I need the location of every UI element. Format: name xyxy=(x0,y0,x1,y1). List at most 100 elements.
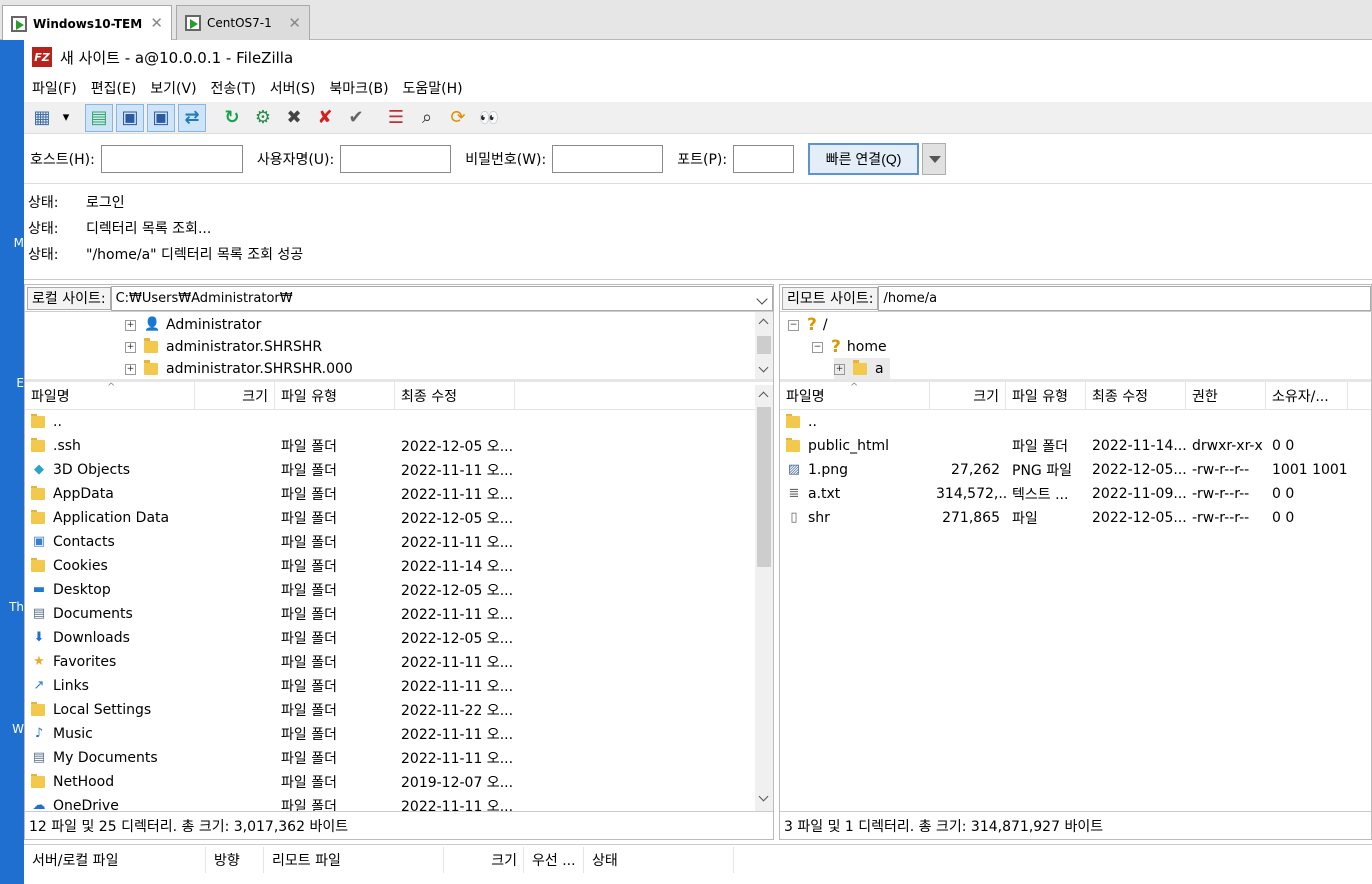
vm-tab-centos[interactable]: CentOS7-1 ✕ xyxy=(176,5,310,40)
desktop-icon-label[interactable]: M xyxy=(0,236,24,250)
file-row[interactable]: .. xyxy=(780,410,1371,434)
column-header-permissions[interactable]: 권한 xyxy=(1186,381,1266,410)
reconnect-icon[interactable]: ✔ xyxy=(342,104,370,132)
expand-icon[interactable]: + xyxy=(125,363,136,375)
file-row[interactable]: ≣ a.txt 314,572,... 텍스트 ... 2022-11-09... -rw… xyxy=(780,482,1371,506)
desktop-icon-label[interactable]: W xyxy=(0,722,24,736)
column-header-modified[interactable]: 최종 수정 xyxy=(395,381,515,410)
column-header-owner[interactable]: 소유자/... xyxy=(1266,381,1348,410)
column-header-type[interactable]: 파일 유형 xyxy=(1006,381,1086,410)
search-icon[interactable]: ⌕ xyxy=(413,104,441,132)
queue-col-remote-file[interactable]: 리모트 파일 xyxy=(264,846,444,873)
expand-icon[interactable]: + xyxy=(125,341,136,353)
file-row[interactable]: .. xyxy=(25,410,773,434)
file-row[interactable]: ▤ My Documents 파일 폴더 2022-11-11 오... xyxy=(25,746,773,770)
column-header-size[interactable]: 크기 xyxy=(195,381,275,410)
file-row[interactable]: AppData 파일 폴더 2022-11-11 오... xyxy=(25,482,773,506)
unknown-folder-icon: ? xyxy=(807,315,817,335)
toggle-log-icon[interactable]: ▤ xyxy=(85,103,113,132)
file-row[interactable]: Local Settings 파일 폴더 2022-11-22 오... xyxy=(25,698,773,722)
vm-tab-windows10[interactable]: Windows10-TEM ✕ xyxy=(2,5,172,41)
queue-col-size[interactable]: 크기 xyxy=(444,846,524,873)
desktop-icon-label[interactable]: Th xyxy=(0,600,24,614)
scroll-down-icon[interactable] xyxy=(758,362,769,373)
file-owner: 1001 1001 xyxy=(1272,462,1348,478)
tree-item[interactable]: −? / xyxy=(788,314,828,336)
scroll-down-icon[interactable] xyxy=(758,791,769,802)
tree-item[interactable]: + administrator.SHRSHR.000 xyxy=(125,358,353,379)
file-row[interactable]: ▨ 1.png 27,262 PNG 파일 2022-12-05... -rw-r--r-… xyxy=(780,458,1371,482)
filter-icon[interactable]: ☰ xyxy=(382,104,410,132)
column-header-modified[interactable]: 최종 수정 xyxy=(1086,381,1186,410)
file-row[interactable]: ↗ Links 파일 폴더 2022-11-11 오... xyxy=(25,674,773,698)
expand-icon[interactable]: + xyxy=(834,363,845,375)
menu-help[interactable]: 도움말(H) xyxy=(403,78,463,98)
file-row[interactable]: public_html 파일 폴더 2022-11-14... drwxr-xr-x 0… xyxy=(780,434,1371,458)
toggle-queue-icon[interactable]: ⇄ xyxy=(178,103,206,132)
file-row[interactable]: ▬ Desktop 파일 폴더 2022-12-05 오... xyxy=(25,578,773,602)
column-header-size[interactable]: 크기 xyxy=(930,381,1006,410)
file-row[interactable]: ☁ OneDrive 파일 폴더 2022-11-11 오... xyxy=(25,794,773,812)
tree-item-selected[interactable]: + a xyxy=(834,358,890,379)
file-row[interactable]: NetHood 파일 폴더 2019-12-07 오... xyxy=(25,770,773,794)
quickconnect-dropdown[interactable] xyxy=(922,142,947,175)
collapse-icon[interactable]: − xyxy=(812,341,823,353)
file-row[interactable]: ♪ Music 파일 폴더 2022-11-11 오... xyxy=(25,722,773,746)
queue-col-status[interactable]: 상태 xyxy=(584,846,734,873)
log-message: "/home/a" 디렉터리 목록 조회 성공 xyxy=(86,247,304,263)
compare-icon[interactable]: ⟳ xyxy=(444,104,472,132)
column-header-type[interactable]: 파일 유형 xyxy=(275,381,395,410)
file-row[interactable]: .ssh 파일 폴더 2022-12-05 오... xyxy=(25,434,773,458)
local-path-input[interactable]: C:₩Users₩Administrator₩ xyxy=(110,285,773,311)
file-row[interactable]: ◆ 3D Objects 파일 폴더 2022-11-11 오... xyxy=(25,458,773,482)
file-row[interactable]: ▣ Contacts 파일 폴더 2022-11-11 오... xyxy=(25,530,773,554)
binoculars-icon[interactable]: 👀 xyxy=(475,104,503,132)
scroll-thumb[interactable] xyxy=(757,336,771,354)
link-icon: ↗ xyxy=(33,678,45,693)
file-row[interactable]: ★ Favorites 파일 폴더 2022-11-11 오... xyxy=(25,650,773,674)
close-icon[interactable]: ✕ xyxy=(288,14,301,32)
menu-server[interactable]: 서버(S) xyxy=(270,78,316,98)
close-icon[interactable]: ✕ xyxy=(150,14,163,32)
menu-bookmarks[interactable]: 북마크(B) xyxy=(329,78,388,98)
disconnect-icon[interactable]: ✘ xyxy=(311,104,339,132)
queue-col-priority[interactable]: 우선 ... xyxy=(524,846,584,873)
queue-col-local-file[interactable]: 서버/로컬 파일 xyxy=(24,846,206,873)
file-type: 파일 폴더 xyxy=(281,535,337,551)
scroll-thumb[interactable] xyxy=(757,407,771,567)
tree-item[interactable]: + 👤 Administrator xyxy=(125,314,261,336)
file-row[interactable]: Application Data 파일 폴더 2022-12-05 오... xyxy=(25,506,773,530)
scroll-up-icon[interactable] xyxy=(758,318,769,329)
scrollbar[interactable] xyxy=(755,312,773,379)
site-manager-icon[interactable]: ▦ xyxy=(28,104,56,132)
desktop-icon-label[interactable]: E xyxy=(0,376,24,390)
tree-item[interactable]: + administrator.SHRSHR xyxy=(125,336,322,358)
dropdown-arrow-icon[interactable]: ▾ xyxy=(59,104,73,132)
toggle-remote-tree-icon[interactable]: ▣ xyxy=(147,103,175,132)
file-row[interactable]: ▯ shr 271,865 파일 2022-12-05... -rw-r--r-- 0 0 xyxy=(780,506,1371,530)
process-queue-icon[interactable]: ⚙ xyxy=(249,104,277,132)
queue-col-direction[interactable]: 방향 xyxy=(206,846,264,873)
menu-view[interactable]: 보기(V) xyxy=(150,78,196,98)
file-row[interactable]: ▤ Documents 파일 폴더 2022-11-11 오... xyxy=(25,602,773,626)
menu-file[interactable]: 파일(F) xyxy=(32,78,77,98)
username-input[interactable] xyxy=(340,144,452,173)
host-input[interactable] xyxy=(100,144,243,173)
menu-transfer[interactable]: 전송(T) xyxy=(211,78,256,98)
file-row[interactable]: ⬇ Downloads 파일 폴더 2022-12-05 오... xyxy=(25,626,773,650)
menu-edit[interactable]: 편집(E) xyxy=(91,78,137,98)
chevron-down-icon[interactable] xyxy=(756,292,768,305)
toggle-local-tree-icon[interactable]: ▣ xyxy=(116,103,144,132)
remote-path-input[interactable]: /home/a xyxy=(878,285,1371,311)
password-input[interactable] xyxy=(552,144,664,173)
collapse-icon[interactable]: − xyxy=(788,319,799,331)
cancel-icon[interactable]: ✖ xyxy=(280,104,308,132)
expand-icon[interactable]: + xyxy=(125,319,136,331)
refresh-icon[interactable]: ↻ xyxy=(218,104,246,132)
tree-item[interactable]: −? home xyxy=(812,336,887,358)
scroll-up-icon[interactable] xyxy=(758,391,769,402)
file-row[interactable]: Cookies 파일 폴더 2022-11-14 오... xyxy=(25,554,773,578)
port-input[interactable] xyxy=(733,144,795,173)
scrollbar[interactable] xyxy=(755,385,773,813)
quickconnect-button[interactable]: 빠른 연결(Q) xyxy=(808,142,920,175)
